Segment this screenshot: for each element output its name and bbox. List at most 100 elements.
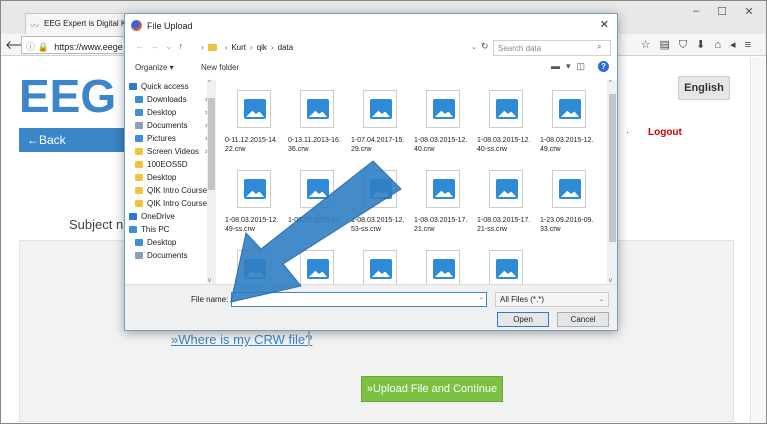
breadcrumb[interactable]: › › Kurt › qik › data: [193, 40, 499, 56]
file-name-line: 40.crw: [414, 146, 435, 153]
file-name: 1-08.03.2015-12.: [288, 216, 352, 225]
nav-item[interactable]: Desktop: [135, 173, 176, 186]
close-window-icon[interactable]: ✕: [739, 5, 759, 18]
cancel-button[interactable]: Cancel: [557, 312, 609, 327]
nav-item[interactable]: Screen Videos: [135, 147, 199, 160]
file-item[interactable]: 0-13.11.2013-16. 36.crw: [288, 82, 348, 158]
file-name-line: 1-08.03.2015-12.: [288, 217, 342, 224]
file-item[interactable]: 1-07.04.2017-15. 29.crw: [351, 82, 411, 158]
language-button[interactable]: English: [678, 76, 730, 100]
recent-locations-icon[interactable]: ⌄: [165, 41, 179, 51]
nav-item[interactable]: QIK Intro Course: [135, 199, 207, 212]
file-item[interactable]: [351, 242, 411, 284]
image-file-icon: [489, 250, 523, 284]
nav-item[interactable]: Documents: [135, 251, 187, 264]
breadcrumb-dropdown-icon[interactable]: ⌄: [471, 43, 477, 51]
nav-item[interactable]: Pictures: [135, 134, 176, 147]
nav-item[interactable]: This PC: [129, 225, 169, 238]
chevron-right-icon: ›: [224, 43, 228, 52]
scroll-up-icon[interactable]: ^: [208, 80, 211, 86]
open-button[interactable]: Open: [497, 312, 549, 327]
dialog-close-icon[interactable]: ✕: [600, 18, 609, 31]
file-name-dropdown-icon[interactable]: ⌄: [479, 294, 484, 301]
file-item[interactable]: 1-08.03.2015-12. 40-ss.crw: [477, 82, 537, 158]
nav-back-arrow-icon[interactable]: ←: [135, 41, 150, 51]
file-item[interactable]: 0-11.12.2015-14. 22.crw: [225, 82, 285, 158]
picture-icon: [433, 259, 455, 279]
file-name-line: 1-08.03.2015-12.: [477, 137, 531, 144]
nav-item[interactable]: Desktop: [135, 238, 176, 251]
change-view-icon[interactable]: ▬▾: [551, 61, 577, 71]
address-bar[interactable]: ⓘ 🔒 https://www.eege: [21, 36, 131, 54]
nav-pane-scrollbar[interactable]: ^ v: [207, 80, 216, 284]
file-item[interactable]: 1-08.03.2015-17. 21.crw: [414, 162, 474, 238]
bookmark-star-icon[interactable]: ☆: [641, 39, 660, 51]
image-file-icon: [426, 250, 460, 284]
file-list-scrollbar[interactable]: ^ v: [607, 80, 617, 284]
file-item[interactable]: [414, 242, 474, 284]
page-scrollbar[interactable]: [750, 57, 766, 423]
folder-icon: [135, 187, 143, 194]
image-file-icon: [426, 170, 460, 208]
scrollbar-thumb[interactable]: [208, 98, 215, 190]
file-item[interactable]: 1-08.03.2015-17. 21-ss.crw: [477, 162, 537, 238]
pocket-icon[interactable]: ⛉: [679, 39, 696, 51]
file-name-input[interactable]: [231, 292, 487, 307]
breadcrumb-qik[interactable]: qik: [257, 43, 267, 52]
nav-item[interactable]: 100EOS5D: [135, 160, 187, 173]
logout-link[interactable]: Logout: [648, 127, 682, 138]
file-item[interactable]: [225, 242, 285, 284]
new-folder-button[interactable]: New folder: [201, 63, 239, 72]
search-input[interactable]: Search data: [493, 40, 611, 56]
nav-item-label: Documents: [147, 251, 188, 260]
scroll-up-icon[interactable]: ^: [609, 80, 612, 86]
breadcrumb-data[interactable]: data: [278, 43, 294, 52]
file-name: 1-08.03.2015-17. 21-ss.crw: [477, 216, 541, 234]
nav-up-arrow-icon[interactable]: ↑: [179, 41, 190, 51]
preview-pane-icon[interactable]: ◫: [577, 61, 592, 71]
file-item[interactable]: [477, 242, 537, 284]
minimize-icon[interactable]: –: [686, 5, 706, 17]
folder-icon: [135, 148, 143, 155]
breadcrumb-kurt[interactable]: Kurt: [231, 43, 246, 52]
file-item[interactable]: 1-08.03.2015-12. 40.crw: [414, 82, 474, 158]
upload-continue-button[interactable]: »Upload File and Continue: [361, 376, 503, 402]
image-file-icon: [552, 170, 586, 208]
nav-item[interactable]: Downloads: [135, 95, 187, 108]
file-item[interactable]: 1-08.03.2015-12. 53-ss.crw: [351, 162, 411, 238]
nav-item[interactable]: Documents: [135, 121, 187, 134]
nav-item[interactable]: OneDrive: [129, 212, 175, 225]
picture-icon: [370, 259, 392, 279]
scrollbar-thumb[interactable]: [609, 94, 616, 242]
nav-item-label: OneDrive: [141, 212, 175, 221]
desktop-folder-icon: [135, 109, 143, 116]
file-item[interactable]: 1-08.03.2015-12. 49-ss.crw: [225, 162, 285, 238]
browser-tab[interactable]: 〰 EEG Expert is Digital Knowle: [25, 13, 125, 34]
downloads-icon[interactable]: ⬇: [696, 39, 714, 51]
file-item[interactable]: [288, 242, 348, 284]
where-is-crw-link[interactable]: »Where is my CRW file?: [171, 332, 312, 347]
back-button[interactable]: ←Back: [19, 128, 125, 152]
refresh-icon[interactable]: ↻: [481, 41, 489, 52]
nav-item[interactable]: Desktop: [135, 108, 176, 121]
file-item[interactable]: 1-23.09.2016-09. 33.crw: [540, 162, 600, 238]
help-icon[interactable]: ?: [598, 61, 609, 72]
file-item[interactable]: 1-08.03.2015-12. 49.crw: [540, 82, 600, 158]
maximize-icon[interactable]: ☐: [712, 5, 732, 18]
nav-forward-arrow-icon[interactable]: →: [150, 41, 165, 51]
reading-list-icon[interactable]: ▤: [660, 39, 679, 51]
file-name: 1-08.03.2015-12. 53-ss.crw: [351, 216, 415, 234]
file-type-select[interactable]: All Files (*.*) ⌄: [495, 292, 609, 307]
file-item[interactable]: 1-08.03.2015-12.: [288, 162, 348, 238]
home-icon[interactable]: ⌂: [714, 39, 730, 51]
nav-item[interactable]: QIK Intro Course: [135, 186, 207, 199]
nav-item[interactable]: Quick access: [129, 82, 189, 95]
organize-menu[interactable]: Organize ▾: [135, 63, 174, 72]
lock-icon: ⓘ 🔒: [26, 42, 49, 52]
url-text: https://www.eege: [54, 42, 123, 52]
send-icon[interactable]: ◂: [730, 39, 745, 51]
folder-icon: [135, 174, 143, 181]
picture-icon: [559, 179, 581, 199]
view-options[interactable]: ▬▾◫: [551, 61, 591, 72]
menu-icon[interactable]: ≡: [745, 39, 760, 51]
